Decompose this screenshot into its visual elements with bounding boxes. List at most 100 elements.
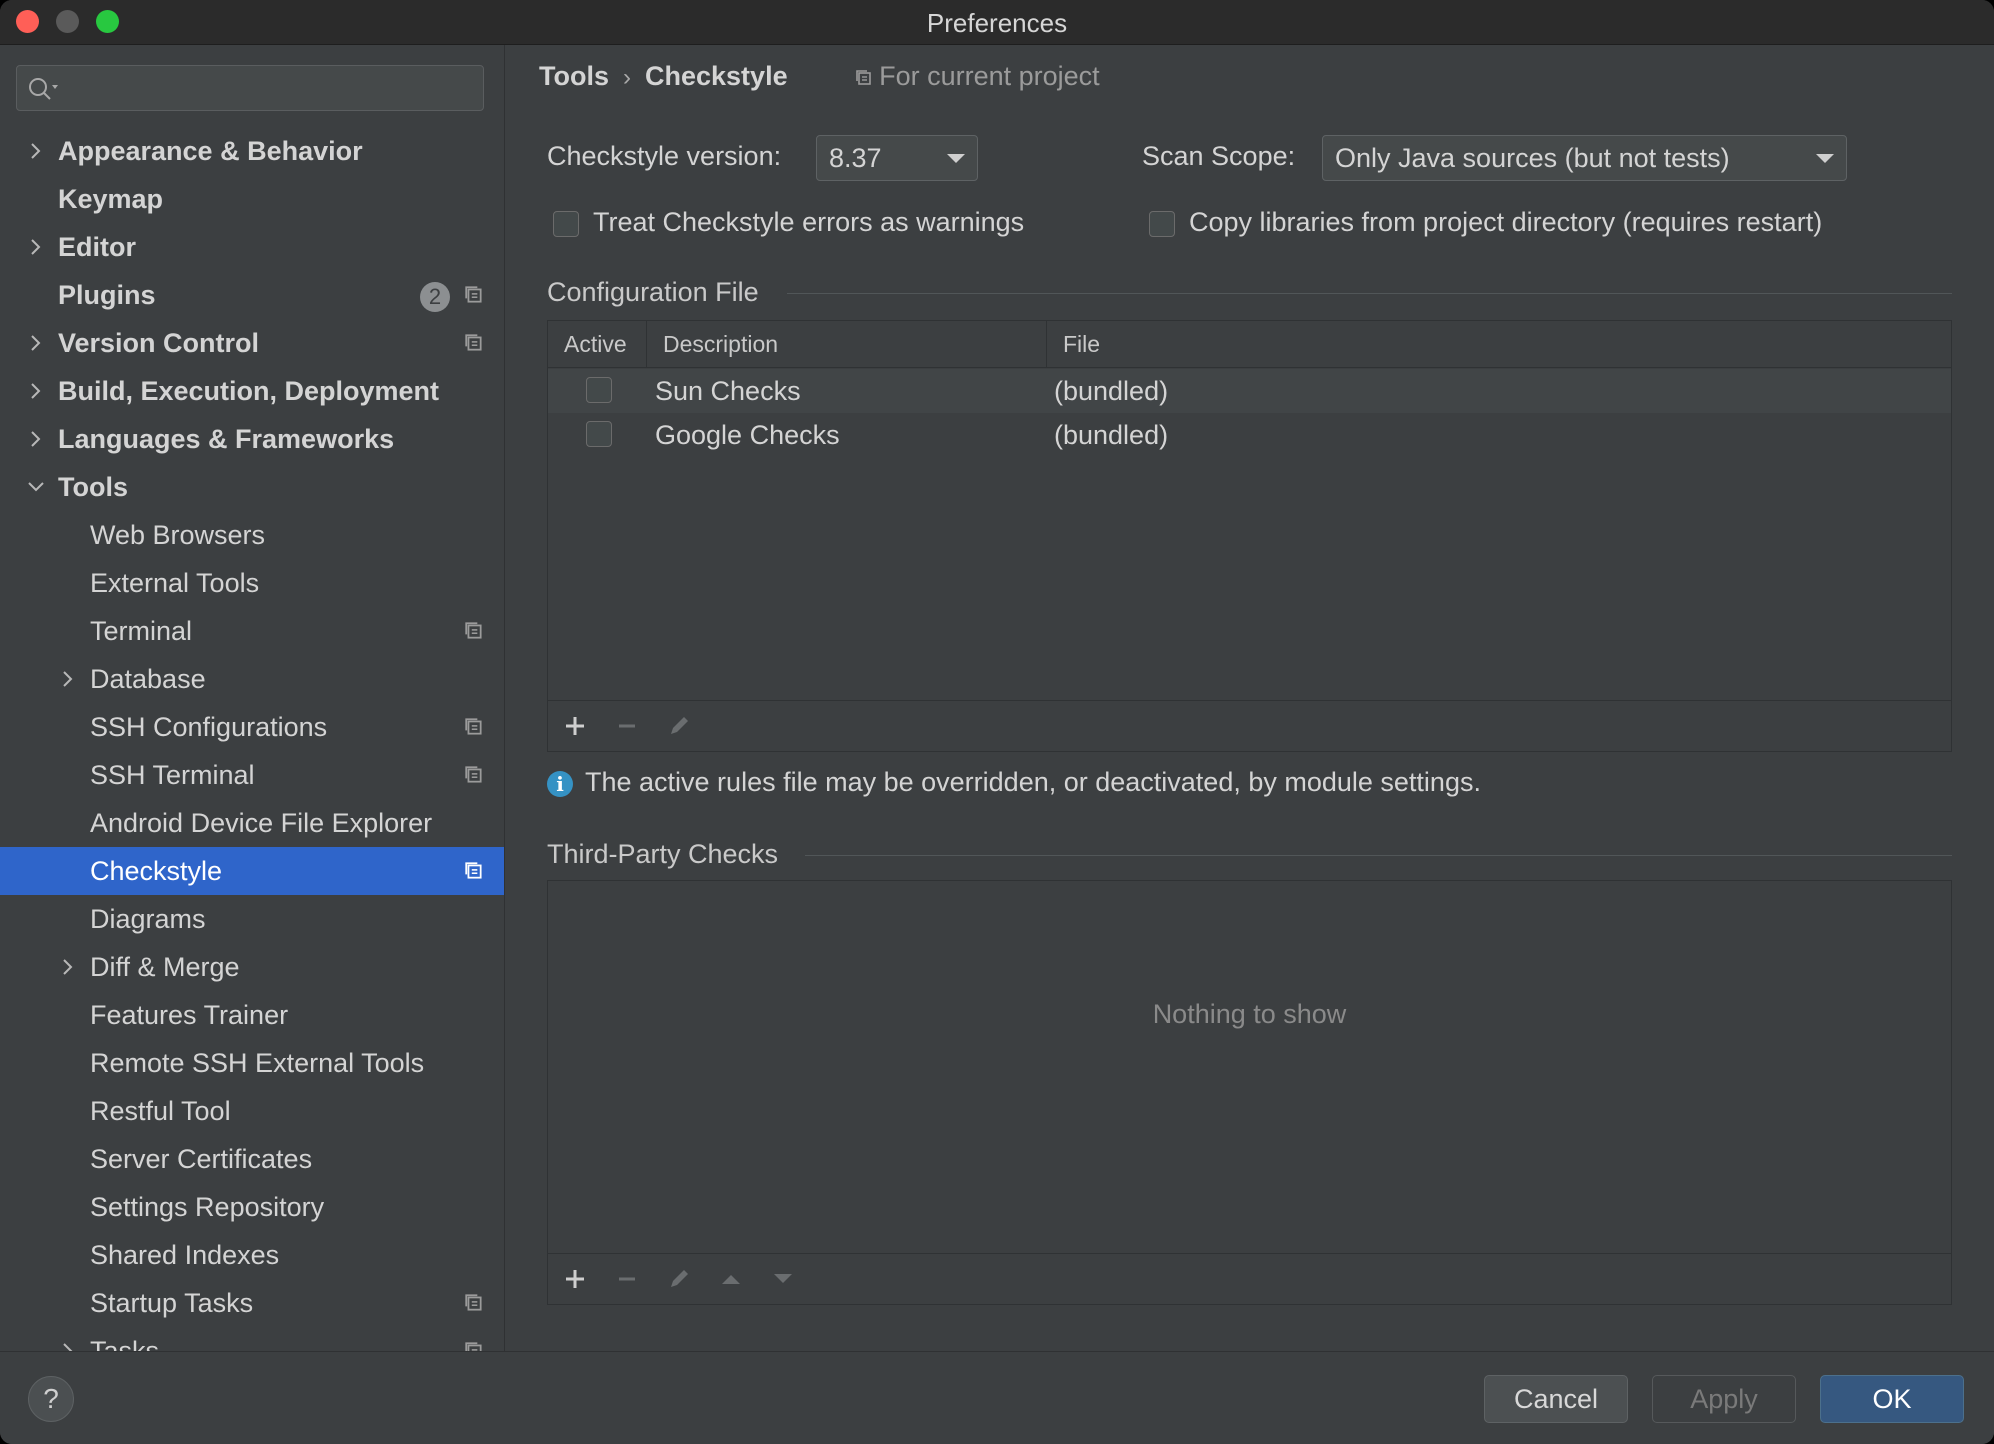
sidebar-item-terminal[interactable]: Terminal [0,607,504,655]
column-header-active[interactable]: Active [548,321,647,367]
table-row[interactable]: Sun Checks (bundled) [548,369,1951,413]
sidebar-item-external-tools[interactable]: External Tools [0,559,504,607]
sidebar-item-remote-ssh-external-tools[interactable]: Remote SSH External Tools [0,1039,504,1087]
sidebar-item-appearance-behavior[interactable]: Appearance & Behavior [0,127,504,175]
chevron-right-icon: › [623,64,631,91]
dropdown-arrow-icon [947,154,965,163]
sidebar-item-label: Android Device File Explorer [90,808,433,838]
sidebar-item-ssh-configurations[interactable]: SSH Configurations [0,703,504,751]
add-icon[interactable] [562,1266,588,1292]
sidebar-item-label: Database [90,664,206,694]
breadcrumb-current: Checkstyle [645,61,788,91]
copy-libraries-label[interactable]: Copy libraries from project directory (r… [1189,207,1822,238]
chevron-right-icon[interactable] [26,237,46,257]
preferences-window: Preferences Appearance & Behavior Keymap E… [0,0,1994,1444]
sidebar-item-checkstyle[interactable]: Checkstyle [0,847,504,895]
row-description: Google Checks [655,420,840,450]
project-copy-icon [465,718,482,735]
sidebar-item-build-execution-deployment[interactable]: Build, Execution, Deployment [0,367,504,415]
sidebar-item-languages-frameworks[interactable]: Languages & Frameworks [0,415,504,463]
sidebar-item-server-certificates[interactable]: Server Certificates [0,1135,504,1183]
sidebar-item-shared-indexes[interactable]: Shared Indexes [0,1231,504,1279]
sidebar-item-label: SSH Terminal [90,760,255,790]
sidebar-item-version-control[interactable]: Version Control [0,319,504,367]
sidebar-item-label: Languages & Frameworks [58,424,395,454]
breadcrumb: Tools › Checkstyle For current project [539,61,1100,92]
chevron-down-icon[interactable] [26,477,46,497]
sidebar-item-web-browsers[interactable]: Web Browsers [0,511,504,559]
sidebar-item-label: Settings Repository [90,1192,325,1222]
remove-icon[interactable] [614,1266,640,1292]
sidebar-item-restful-tool[interactable]: Restful Tool [0,1087,504,1135]
sidebar-item-label: External Tools [90,568,260,598]
ok-button[interactable]: OK [1820,1375,1964,1423]
scan-scope-value: Only Java sources (but not tests) [1335,143,1730,173]
sidebar-item-diagrams[interactable]: Diagrams [0,895,504,943]
chevron-right-icon[interactable] [58,1341,78,1351]
copy-libraries-checkbox[interactable] [1149,211,1175,237]
third-party-checks-title: Third-Party Checks [547,839,779,869]
edit-icon[interactable] [666,713,692,739]
sidebar-item-startup-tasks[interactable]: Startup Tasks [0,1279,504,1327]
sidebar-item-settings-repository[interactable]: Settings Repository [0,1183,504,1231]
sidebar-item-tasks[interactable]: Tasks [0,1327,504,1351]
table-row[interactable]: Google Checks (bundled) [548,413,1951,457]
sidebar-item-label: Version Control [58,328,260,358]
edit-icon[interactable] [666,1266,692,1292]
checkstyle-version-label: Checkstyle version: [547,141,782,171]
chevron-right-icon[interactable] [58,669,78,689]
sidebar-item-database[interactable]: Database [0,655,504,703]
add-icon[interactable] [562,713,588,739]
help-button[interactable]: ? [28,1376,74,1422]
move-down-icon[interactable] [770,1266,796,1292]
row-active-checkbox[interactable] [586,377,612,403]
column-header-description[interactable]: Description [647,321,1047,367]
row-active-checkbox[interactable] [586,421,612,447]
checkstyle-settings-panel: Tools › Checkstyle For current project Che… [505,45,1994,1351]
treat-errors-as-warnings-label[interactable]: Treat Checkstyle errors as warnings [593,207,1024,238]
sidebar-item-label: Features Trainer [90,1000,289,1030]
row-description: Sun Checks [655,376,801,406]
scope-label: For current project [879,61,1100,91]
sidebar-item-tools[interactable]: Tools [0,463,504,511]
sidebar-item-ssh-terminal[interactable]: SSH Terminal [0,751,504,799]
dropdown-arrow-icon [1816,154,1834,163]
chevron-right-icon[interactable] [26,333,46,353]
checkstyle-version-dropdown[interactable]: 8.37 [816,135,978,181]
chevron-right-icon[interactable] [26,381,46,401]
sidebar-item-features-trainer[interactable]: Features Trainer [0,991,504,1039]
column-header-file[interactable]: File [1047,321,1951,367]
sidebar-item-label: Shared Indexes [90,1240,280,1270]
sidebar-item-label: Web Browsers [90,520,266,550]
sidebar-item-editor[interactable]: Editor [0,223,504,271]
treat-errors-as-warnings-checkbox[interactable] [553,211,579,237]
row-file: (bundled) [1054,376,1169,406]
scan-scope-label: Scan Scope: [1142,141,1296,171]
sidebar-item-plugins[interactable]: Plugins 2 [0,271,504,319]
chevron-right-icon[interactable] [58,957,78,977]
cancel-button[interactable]: Cancel [1484,1375,1628,1423]
info-icon: i [547,770,573,797]
third-party-table-toolbar [548,1253,1951,1304]
sidebar-item-diff-merge[interactable]: Diff & Merge [0,943,504,991]
sidebar-item-label: Server Certificates [90,1144,313,1174]
search-input[interactable] [16,65,484,111]
apply-button[interactable]: Apply [1652,1375,1796,1423]
sidebar-item-android-device-file-explorer[interactable]: Android Device File Explorer [0,799,504,847]
chevron-right-icon[interactable] [26,429,46,449]
row-file: (bundled) [1054,420,1169,450]
sidebar-item-label: Editor [58,232,136,262]
sidebar-item-keymap[interactable]: Keymap [0,175,504,223]
info-message: i The active rules file may be overridden… [547,767,1481,798]
remove-icon[interactable] [614,713,640,739]
chevron-right-icon[interactable] [26,141,46,161]
search-icon [29,78,58,100]
project-scope-indicator: For current project [855,61,1100,91]
project-copy-icon [465,286,482,303]
move-up-icon[interactable] [718,1266,744,1292]
breadcrumb-parent[interactable]: Tools [539,61,609,91]
configuration-table-toolbar [548,700,1951,751]
project-copy-icon [465,1294,482,1311]
checkstyle-version-value: 8.37 [829,143,882,173]
scan-scope-dropdown[interactable]: Only Java sources (but not tests) [1322,135,1847,181]
